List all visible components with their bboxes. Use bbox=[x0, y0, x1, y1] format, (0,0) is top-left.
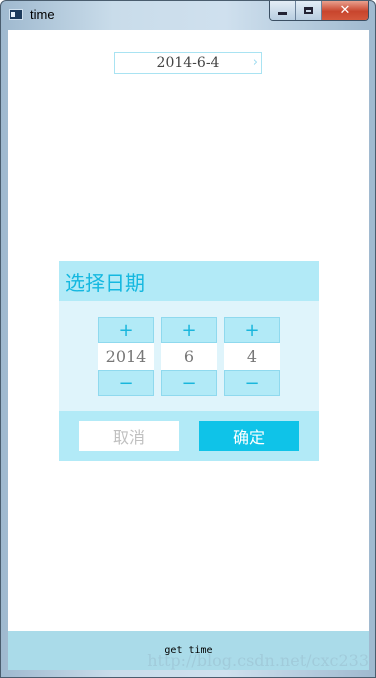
window-controls: ✕ bbox=[269, 1, 369, 21]
maximize-icon bbox=[304, 7, 313, 14]
date-display-value: 2014-6-4 bbox=[156, 55, 220, 71]
year-decrement-button[interactable]: − bbox=[98, 370, 154, 396]
date-picker-dialog: 选择日期 + 2014 − + 6 − + 4 − 取消 确定 bbox=[59, 261, 319, 461]
day-spinner: + 4 − bbox=[224, 317, 280, 396]
minimize-button[interactable] bbox=[270, 1, 296, 20]
day-value[interactable]: 4 bbox=[224, 343, 280, 370]
app-window: time ✕ 2014-6-4 › 选择日期 + 2014 − + 6 − + … bbox=[0, 0, 376, 678]
close-icon: ✕ bbox=[339, 3, 351, 18]
window-title: time bbox=[30, 7, 55, 22]
client-area: 2014-6-4 › 选择日期 + 2014 − + 6 − + 4 − 取消 … bbox=[8, 30, 369, 670]
chevron-right-icon: › bbox=[252, 55, 258, 70]
date-spinners: + 2014 − + 6 − + 4 − bbox=[98, 317, 280, 396]
day-increment-button[interactable]: + bbox=[224, 317, 280, 343]
close-button[interactable]: ✕ bbox=[322, 1, 368, 20]
maximize-button[interactable] bbox=[296, 1, 322, 20]
dialog-footer: 取消 确定 bbox=[59, 411, 319, 461]
month-spinner: + 6 − bbox=[161, 317, 217, 396]
confirm-button[interactable]: 确定 bbox=[199, 421, 299, 451]
bottom-bar: get time http://blog.csdn.net/cxc233 bbox=[8, 631, 369, 670]
minimize-icon bbox=[278, 12, 287, 15]
title-bar[interactable]: time ✕ bbox=[1, 1, 376, 29]
year-spinner: + 2014 − bbox=[98, 317, 154, 396]
year-increment-button[interactable]: + bbox=[98, 317, 154, 343]
year-value[interactable]: 2014 bbox=[98, 343, 154, 370]
month-decrement-button[interactable]: − bbox=[161, 370, 217, 396]
cancel-button[interactable]: 取消 bbox=[79, 421, 179, 451]
watermark: http://blog.csdn.net/cxc233 bbox=[147, 651, 369, 670]
month-value[interactable]: 6 bbox=[161, 343, 217, 370]
month-increment-button[interactable]: + bbox=[161, 317, 217, 343]
date-display-field[interactable]: 2014-6-4 › bbox=[114, 52, 262, 74]
dialog-title: 选择日期 bbox=[59, 261, 319, 301]
day-decrement-button[interactable]: − bbox=[224, 370, 280, 396]
app-window-icon[interactable] bbox=[9, 9, 23, 20]
